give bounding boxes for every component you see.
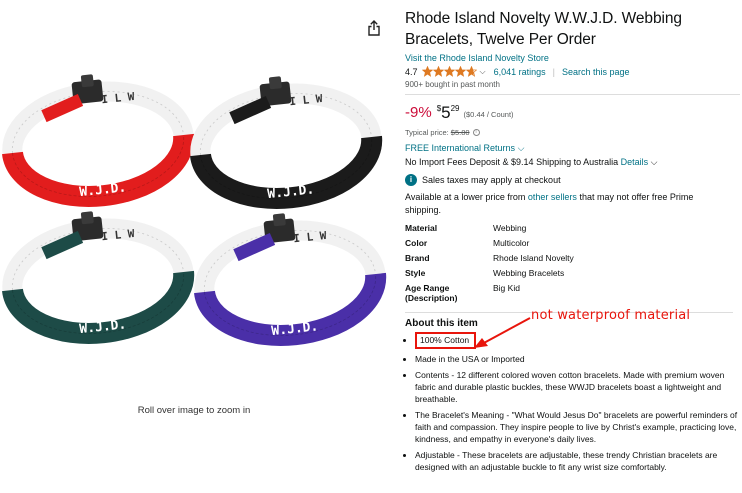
typical-price-value: $5.80	[450, 128, 470, 137]
tax-note: i Sales taxes may apply at checkout	[405, 174, 740, 186]
spec-value: Webbing Bracelets	[493, 268, 565, 278]
spec-key: Material	[405, 223, 438, 233]
ratings-count-link[interactable]: 6,041 ratings	[494, 67, 546, 77]
bracelet-print-top: I L W	[101, 227, 136, 243]
spec-key: Color	[405, 238, 428, 248]
lower-price-text: Available at a lower price from	[405, 192, 526, 202]
about-bullet: 100% Cotton	[415, 332, 740, 349]
product-details: Rhode Island Novelty W.W.J.D. Webbing Br…	[405, 8, 740, 477]
spec-key: Age Range (Description)	[405, 283, 458, 303]
spec-key: Style	[405, 268, 426, 278]
about-bullets: 100% Cotton Made in the USA or Imported Co…	[405, 332, 740, 473]
zoom-hint: Roll over image to zoom in	[137, 405, 251, 416]
star-icon	[443, 66, 455, 77]
spec-value: Webbing	[493, 223, 527, 233]
spec-row: Age Range (Description) Big Kid	[405, 283, 574, 303]
about-bullet: Adjustable - These bracelets are adjusta…	[415, 449, 740, 473]
bracelet-print-top: I L W	[101, 90, 136, 106]
spec-row: Brand Rhode Island Novelty	[405, 253, 574, 268]
tax-note-text: Sales taxes may apply at checkout	[422, 175, 561, 185]
other-sellers-link[interactable]: other sellers	[528, 192, 577, 202]
about-bullet: Contents - 12 different colored woven co…	[415, 369, 740, 405]
share-icon[interactable]	[367, 20, 381, 36]
bullet-text: Contents - 12 different colored woven co…	[415, 370, 725, 404]
product-title: Rhode Island Novelty W.W.J.D. Webbing Br…	[405, 10, 682, 48]
typical-price: Typical price: $5.80 i	[405, 128, 740, 137]
purple-bracelet: I L WW.J.D.	[194, 213, 387, 346]
star-icon	[454, 66, 466, 77]
spec-value: Multicolor	[493, 238, 530, 248]
chevron-down-icon: ⌵	[650, 157, 658, 167]
spec-value: Rhode Island Novelty	[493, 253, 574, 263]
highlighted-bullet-text: 100% Cotton	[415, 332, 477, 349]
bullet-text: Made in the USA or Imported	[415, 354, 525, 364]
annotation-arrow	[474, 317, 531, 348]
spec-row: Color Multicolor	[405, 238, 574, 253]
teal-bracelet: I L WW.J.D.	[2, 211, 195, 344]
bullet-text: The Bracelet's Meaning - "What Would Jes…	[415, 410, 738, 444]
bullet-text: Adjustable - These bracelets are adjusta…	[415, 450, 718, 472]
price-whole: 5	[441, 103, 451, 122]
shipping-info: No Import Fees Deposit & $9.14 Shipping …	[405, 157, 740, 168]
info-icon[interactable]: i	[472, 129, 480, 136]
free-returns-label: FREE International Returns	[405, 143, 516, 153]
star-icon	[465, 66, 477, 77]
shipping-details-link[interactable]: Details	[621, 157, 649, 167]
black-bracelet: I L WW.J.D.	[190, 76, 383, 209]
about-bullet: Made in the USA or Imported	[415, 353, 740, 365]
shipping-text: No Import Fees Deposit & $9.14 Shipping …	[405, 157, 619, 167]
search-page-link[interactable]: Search this page	[562, 67, 630, 77]
spec-value: Big Kid	[493, 283, 520, 293]
spec-key: Brand	[405, 253, 430, 263]
star-icon	[421, 66, 433, 77]
free-returns-link[interactable]: FREE International Returns ⌵	[405, 143, 740, 154]
chevron-down-icon[interactable]: ⌵	[480, 67, 486, 77]
product-image[interactable]: I L WW.J.D. I L WW.J.D. I L WW.J.D. I L …	[0, 66, 395, 366]
star-icon	[432, 66, 444, 77]
price-block: -9% $ 5 29 ($0.44 / Count)	[405, 104, 740, 122]
bracelet-print-top: I L W	[289, 92, 324, 108]
price-fraction: 29	[450, 104, 460, 113]
separator: |	[552, 66, 555, 77]
info-icon: i	[405, 174, 417, 186]
rating-value: 4.7	[405, 66, 418, 77]
about-bullet: The Bracelet's Meaning - "What Would Jes…	[415, 409, 740, 445]
star-rating-icon[interactable]	[421, 66, 477, 77]
red-bracelet: I L WW.J.D.	[2, 74, 195, 207]
bought-count: 900+ bought in past month	[405, 80, 500, 89]
spec-row: Style Webbing Bracelets	[405, 268, 574, 283]
product-specs-table: Material Webbing Color Multicolor Brand Rh…	[405, 223, 574, 303]
rating-row: 4.7 ⌵ 6,041 ratings | Search this page	[405, 65, 740, 78]
discount-percent: -9%	[405, 104, 432, 121]
lower-price-note: Available at a lower price from other se…	[405, 191, 725, 217]
typical-price-label: Typical price:	[405, 128, 449, 137]
store-link[interactable]: Visit the Rhode Island Novelty Store	[405, 53, 740, 63]
annotation-text: not waterproof material	[531, 308, 691, 323]
price-per-unit: ($0.44 / Count)	[463, 110, 514, 119]
spec-row: Material Webbing	[405, 223, 574, 238]
chevron-down-icon: ⌵	[517, 143, 525, 153]
bracelet-print-top: I L W	[293, 229, 328, 245]
product-image-gallery: I L W W.J.D. I L W W.J.D. I L W W.J.D. I L …	[0, 0, 395, 493]
divider	[405, 94, 740, 95]
